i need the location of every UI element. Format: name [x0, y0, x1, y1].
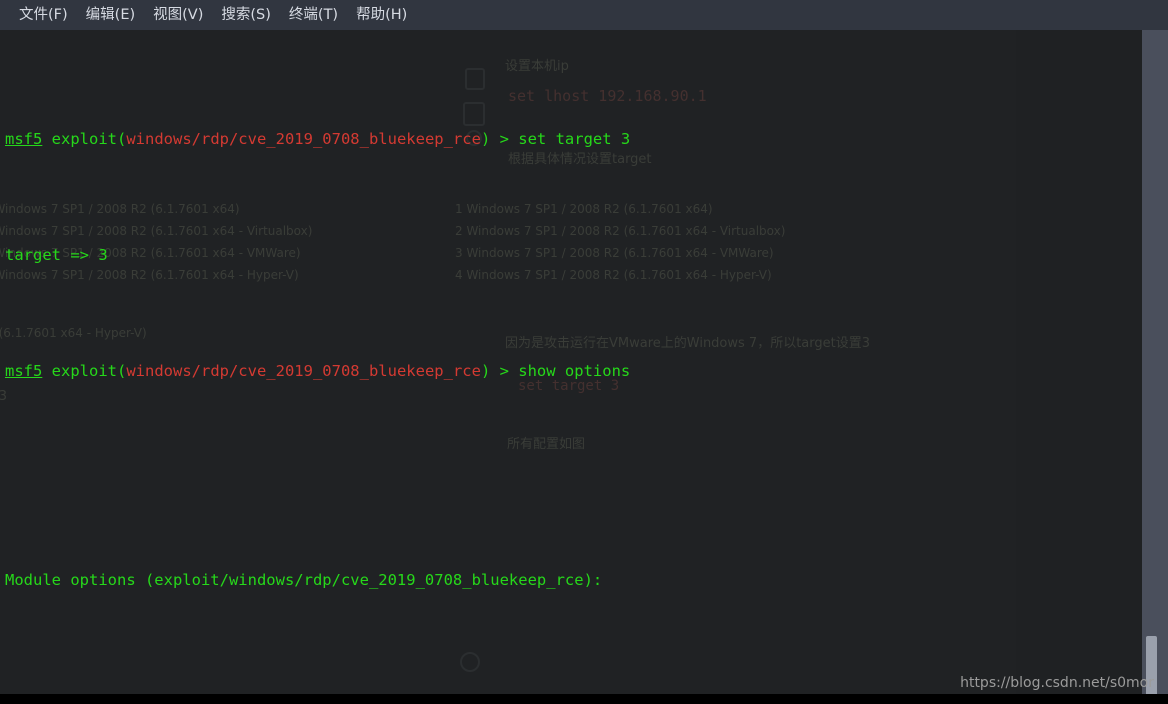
terminal-screen: msf5 exploit(windows/rdp/cve_2019_0708_b…: [0, 30, 1142, 704]
msf-prompt-user-2: msf5: [5, 361, 43, 380]
msf-prompt-close-2: ) >: [480, 361, 519, 380]
menu-bar: 文件(F) 编辑(E) 视图(V) 搜索(S) 终端(T) 帮助(H): [0, 0, 1168, 30]
vertical-scrollbar-track[interactable]: [1142, 30, 1168, 704]
terminal-line-prompt-1: msf5 exploit(windows/rdp/cve_2019_0708_b…: [5, 128, 1142, 151]
terminal-blank-2: [5, 638, 1142, 661]
msf-prompt-user: msf5: [5, 129, 43, 148]
msf-module-path: windows/rdp/cve_2019_0708_bluekeep_rce: [126, 129, 481, 148]
csdn-watermark: https://blog.csdn.net/s0mor: [960, 675, 1154, 691]
msf-prompt-close: ) >: [480, 129, 519, 148]
command-set-target: set target 3: [518, 129, 631, 148]
menu-item-terminal[interactable]: 终端(T): [280, 0, 347, 30]
command-show-options: show options: [518, 361, 631, 380]
menu-item-file[interactable]: 文件(F): [10, 0, 77, 30]
terminal-blank-1: [5, 453, 1142, 476]
terminal-line-set-target-result: target => 3: [5, 245, 108, 264]
menu-item-search[interactable]: 搜索(S): [212, 0, 280, 30]
terminal-output-area[interactable]: 设置本机ip set lhost 192.168.90.1 根据具体情况设置ta…: [0, 30, 1142, 704]
module-options-header: Module options (exploit/windows/rdp/cve_…: [5, 570, 603, 589]
terminal-line-prompt-2: msf5 exploit(windows/rdp/cve_2019_0708_b…: [5, 360, 1142, 383]
msf-prompt-open-2: exploit(: [42, 361, 127, 380]
msf-module-path-2: windows/rdp/cve_2019_0708_bluekeep_rce: [126, 361, 481, 380]
menu-item-help[interactable]: 帮助(H): [347, 0, 416, 30]
bottom-strip: [0, 694, 1168, 704]
msf-prompt-open: exploit(: [42, 129, 127, 148]
menu-item-view[interactable]: 视图(V): [144, 0, 212, 30]
menu-item-edit[interactable]: 编辑(E): [77, 0, 144, 30]
terminal-window: 文件(F) 编辑(E) 视图(V) 搜索(S) 终端(T) 帮助(H) 设置本机…: [0, 0, 1168, 704]
